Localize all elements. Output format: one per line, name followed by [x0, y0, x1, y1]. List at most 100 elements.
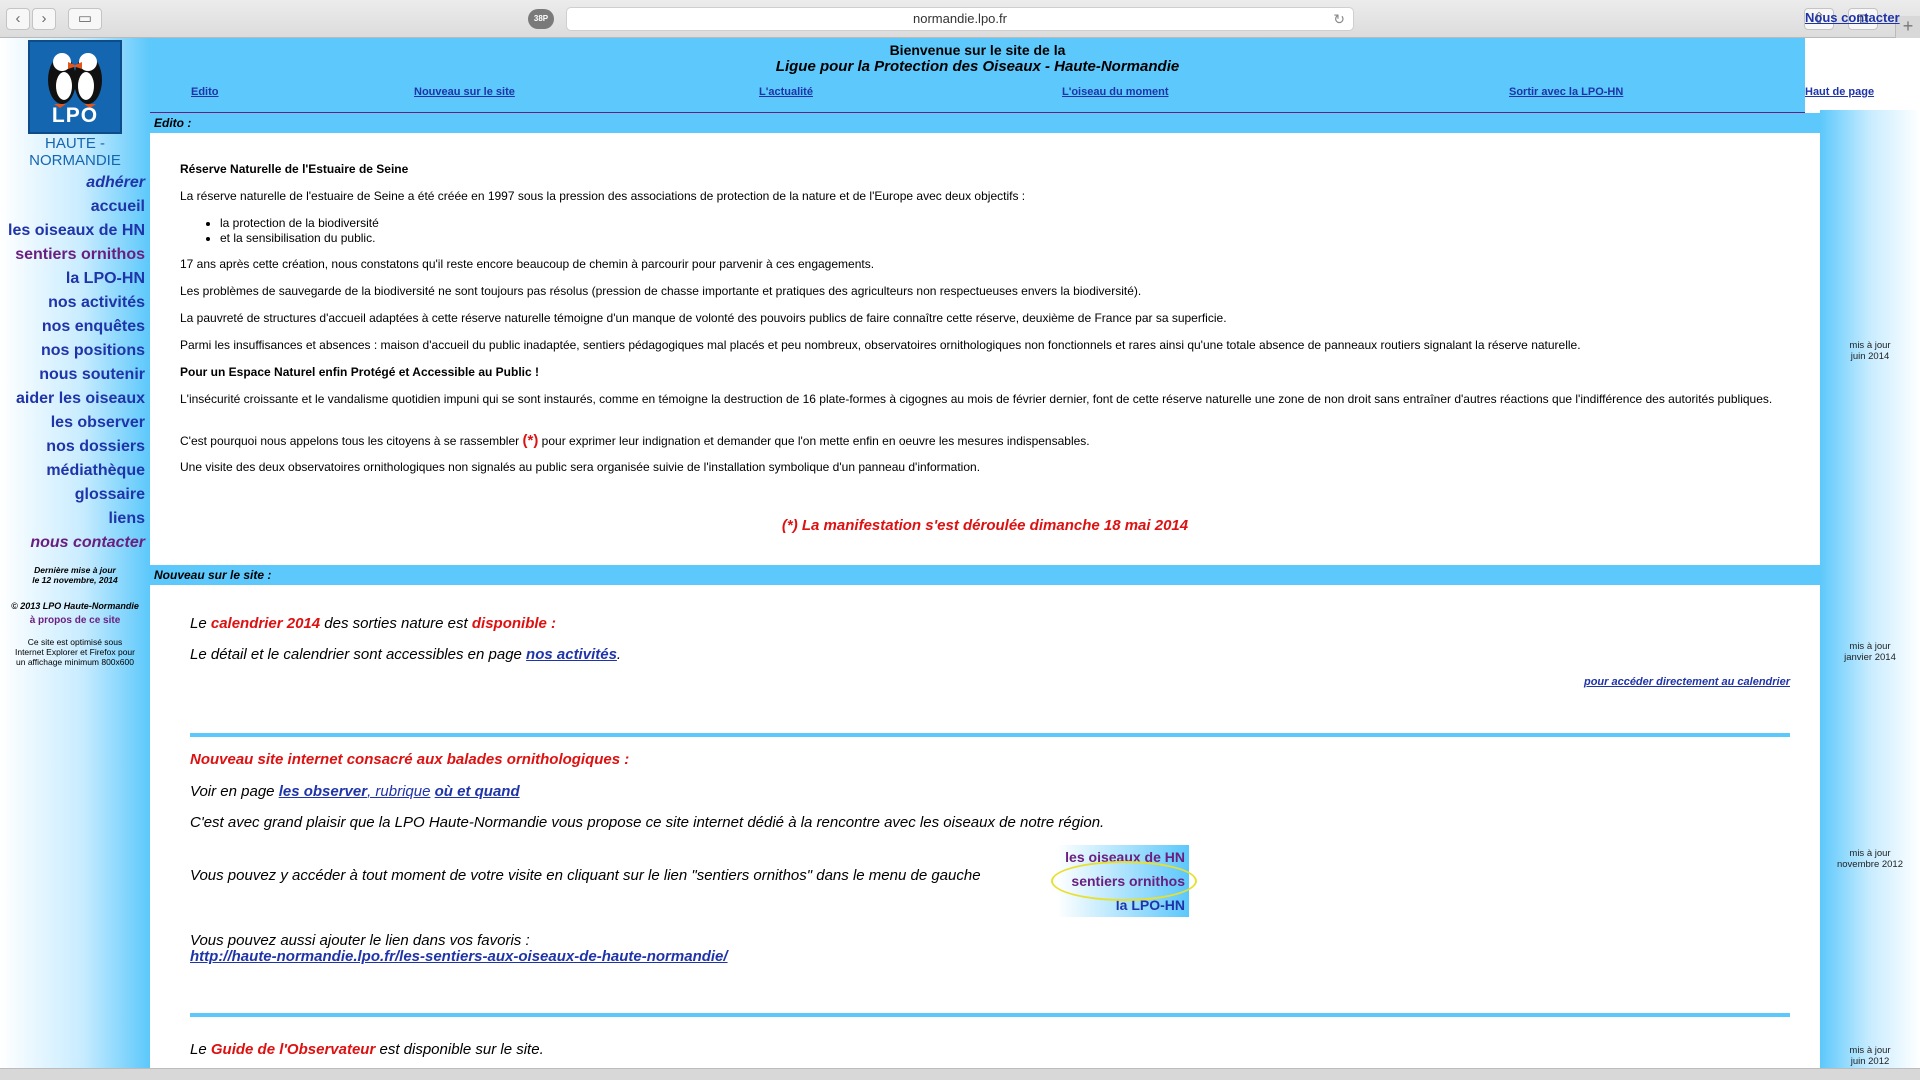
nav-item-activites[interactable]: nos activités	[8, 291, 145, 315]
optimization-line: Internet Explorer et Firefox pour	[14, 647, 135, 657]
nav-item-soutenir[interactable]: nous soutenir	[8, 363, 145, 387]
top-of-page-link[interactable]: Haut de page	[1805, 86, 1874, 98]
welcome-line: Bienvenue sur le site de la	[889, 42, 1066, 58]
horizontal-scrollbar[interactable]	[0, 1068, 1920, 1080]
update-date: juin 2012	[1850, 1056, 1890, 1067]
update-label: mis à jour	[1849, 848, 1891, 859]
copyright: © 2013 LPO Haute-Normandie	[11, 601, 139, 611]
header-link-nouveau[interactable]: Nouveau sur le site	[414, 86, 515, 98]
text-span: , rubrique	[367, 783, 431, 800]
nav-item-aider[interactable]: aider les oiseaux	[8, 387, 145, 411]
calendar-link[interactable]: pour accéder directement au calendrier	[1584, 676, 1790, 688]
access-text: Vous pouvez y accéder à tout moment de v…	[190, 867, 981, 884]
update-note: mis à jour novembre 2012	[1820, 848, 1920, 870]
nav-item-observer[interactable]: les observer	[8, 411, 145, 435]
lpo-logo[interactable]: LPO	[28, 40, 122, 134]
nav-item-mediatheque[interactable]: médiathèque	[8, 459, 145, 483]
nouveau-section: Le calendrier 2014 des sorties nature es…	[150, 585, 1820, 1068]
nav-item-glossaire[interactable]: glossaire	[8, 483, 145, 507]
right-column	[1820, 110, 1920, 1068]
edito-paragraph: L'insécurité croissante et le vandalisme…	[180, 392, 1773, 406]
nav-item-accueil[interactable]: accueil	[8, 195, 145, 219]
site-title: Ligue pour la Protection des Oiseaux - H…	[775, 58, 1180, 75]
edito-list: la protection de la biodiversité et la s…	[220, 216, 379, 246]
update-note: mis à jour juin 2014	[1820, 340, 1920, 362]
logo-subtitle: HAUTE - NORMANDIE	[0, 135, 150, 169]
nav-item-contacter[interactable]: nous contacter	[8, 531, 145, 555]
last-update-label: Dernière mise à jour	[34, 565, 116, 575]
header-link-sortir[interactable]: Sortir avec la LPO-HN	[1509, 86, 1623, 98]
calendar-detail: Le détail et le calendrier sont accessib…	[190, 646, 621, 664]
update-label: mis à jour	[1849, 1045, 1891, 1056]
highlight-text: Guide de l'Observateur	[210, 1041, 376, 1058]
main-nav: adhérer accueil les oiseaux de HN sentie…	[8, 171, 145, 555]
sidebar-toggle-button[interactable]: ▭	[68, 8, 102, 30]
text-span: Le	[190, 615, 207, 632]
activities-link[interactable]: nos activités	[526, 646, 617, 663]
optimization-line: un affichage minimum 800x600	[16, 657, 134, 667]
last-update-date: le 12 novembre, 2014	[32, 575, 118, 585]
forward-button[interactable]: ›	[32, 8, 56, 30]
edito-title: Réserve Naturelle de l'Estuaire de Seine	[180, 162, 409, 176]
back-button[interactable]: ‹	[6, 8, 30, 30]
header-link-actualite[interactable]: L'actualité	[759, 86, 813, 98]
edito-subtitle: Pour un Espace Naturel enfin Protégé et …	[180, 365, 539, 379]
voir-line: Voir en page les observer, rubrique où e…	[190, 783, 520, 801]
last-update: Dernière mise à jour le 12 novembre, 201…	[0, 565, 150, 585]
plaisir-text: C'est avec grand plaisir que la LPO Haut…	[190, 814, 1105, 831]
footnote-marker: (*)	[522, 432, 539, 449]
header-link-oiseau[interactable]: L'oiseau du moment	[1062, 86, 1169, 98]
logo-text: LPO	[51, 104, 99, 127]
manifestation-note: (*) La manifestation s'est déroulée dima…	[781, 517, 1189, 534]
menu-preview-image: les oiseaux de HN sentiers ornithos la L…	[1051, 845, 1197, 917]
nav-item-liens[interactable]: liens	[8, 507, 145, 531]
nav-item-positions[interactable]: nos positions	[8, 339, 145, 363]
section-divider	[190, 1013, 1790, 1017]
about-link[interactable]: à propos de ce site	[0, 615, 150, 626]
ou-et-quand-link[interactable]: où et quand	[435, 783, 520, 800]
edito-paragraph: La réserve naturelle de l'estuaire de Se…	[180, 189, 1026, 203]
nav-item-dossiers[interactable]: nos dossiers	[8, 435, 145, 459]
reload-icon[interactable]: ↻	[1333, 8, 1345, 30]
reader-icon[interactable]: 38P	[528, 9, 554, 29]
update-date: juin 2014	[1850, 351, 1890, 362]
sentiers-url-link[interactable]: http://haute-normandie.lpo.fr/les-sentie…	[190, 948, 728, 966]
new-site-title: Nouveau site internet consacré aux balad…	[190, 751, 630, 768]
nouveau-bar: Nouveau sur le site :	[150, 565, 1820, 585]
edito-bar: Edito :	[150, 113, 1820, 133]
puffin-icon	[48, 53, 102, 108]
edito-paragraph: C'est pourquoi nous appelons tous les ci…	[180, 433, 1790, 449]
text-span: Le détail et le calendrier sont accessib…	[190, 646, 522, 663]
highlight-text: disponible :	[471, 615, 557, 632]
list-item: la protection de la biodiversité	[220, 216, 379, 231]
nav-item-adherer[interactable]: adhérer	[8, 171, 145, 195]
url-text: normandie.lpo.fr	[913, 11, 1007, 26]
url-bar[interactable]: normandie.lpo.fr ↻	[566, 7, 1354, 31]
header-link-edito[interactable]: Edito	[191, 86, 219, 98]
text-span: Le	[190, 1041, 207, 1058]
highlight-ring	[1051, 861, 1197, 901]
edito-paragraph: Parmi les insuffisances et absences : ma…	[180, 338, 1581, 352]
edito-section: Réserve Naturelle de l'Estuaire de Seine…	[150, 133, 1820, 565]
nav-item-oiseaux[interactable]: les oiseaux de HN	[8, 219, 145, 243]
update-date: novembre 2012	[1836, 859, 1904, 870]
left-sidebar: LPO HAUTE - NORMANDIE adhérer accueil le…	[0, 38, 150, 1068]
text-span: des sorties nature est	[324, 615, 468, 632]
nav-item-sentiers[interactable]: sentiers ornithos	[8, 243, 145, 267]
nav-item-lpo-hn[interactable]: la LPO-HN	[8, 267, 145, 291]
text-span: Voir en page	[190, 783, 275, 800]
optimization-line: Ce site est optimisé sous	[27, 637, 123, 647]
text-span: .	[616, 646, 622, 663]
update-note: mis à jour juin 2012	[1820, 1045, 1920, 1067]
site-header: Bienvenue sur le site de la Ligue pour l…	[150, 38, 1805, 118]
call-text: C'est pourquoi nous appelons tous les ci…	[180, 434, 520, 448]
contact-link[interactable]: Nous contacter	[1805, 10, 1900, 25]
edito-paragraph: Les problèmes de sauvegarde de la biodiv…	[180, 284, 1142, 298]
logo-subtitle-line: HAUTE -	[45, 135, 105, 152]
observer-link[interactable]: les observer	[279, 783, 367, 800]
list-item: et la sensibilisation du public.	[220, 231, 379, 246]
call-text: pour exprimer leur indignation et demand…	[541, 434, 1090, 448]
nav-item-enquetes[interactable]: nos enquêtes	[8, 315, 145, 339]
edito-paragraph: Une visite des deux observatoires ornith…	[180, 460, 981, 474]
logo-subtitle-line: NORMANDIE	[29, 152, 121, 169]
